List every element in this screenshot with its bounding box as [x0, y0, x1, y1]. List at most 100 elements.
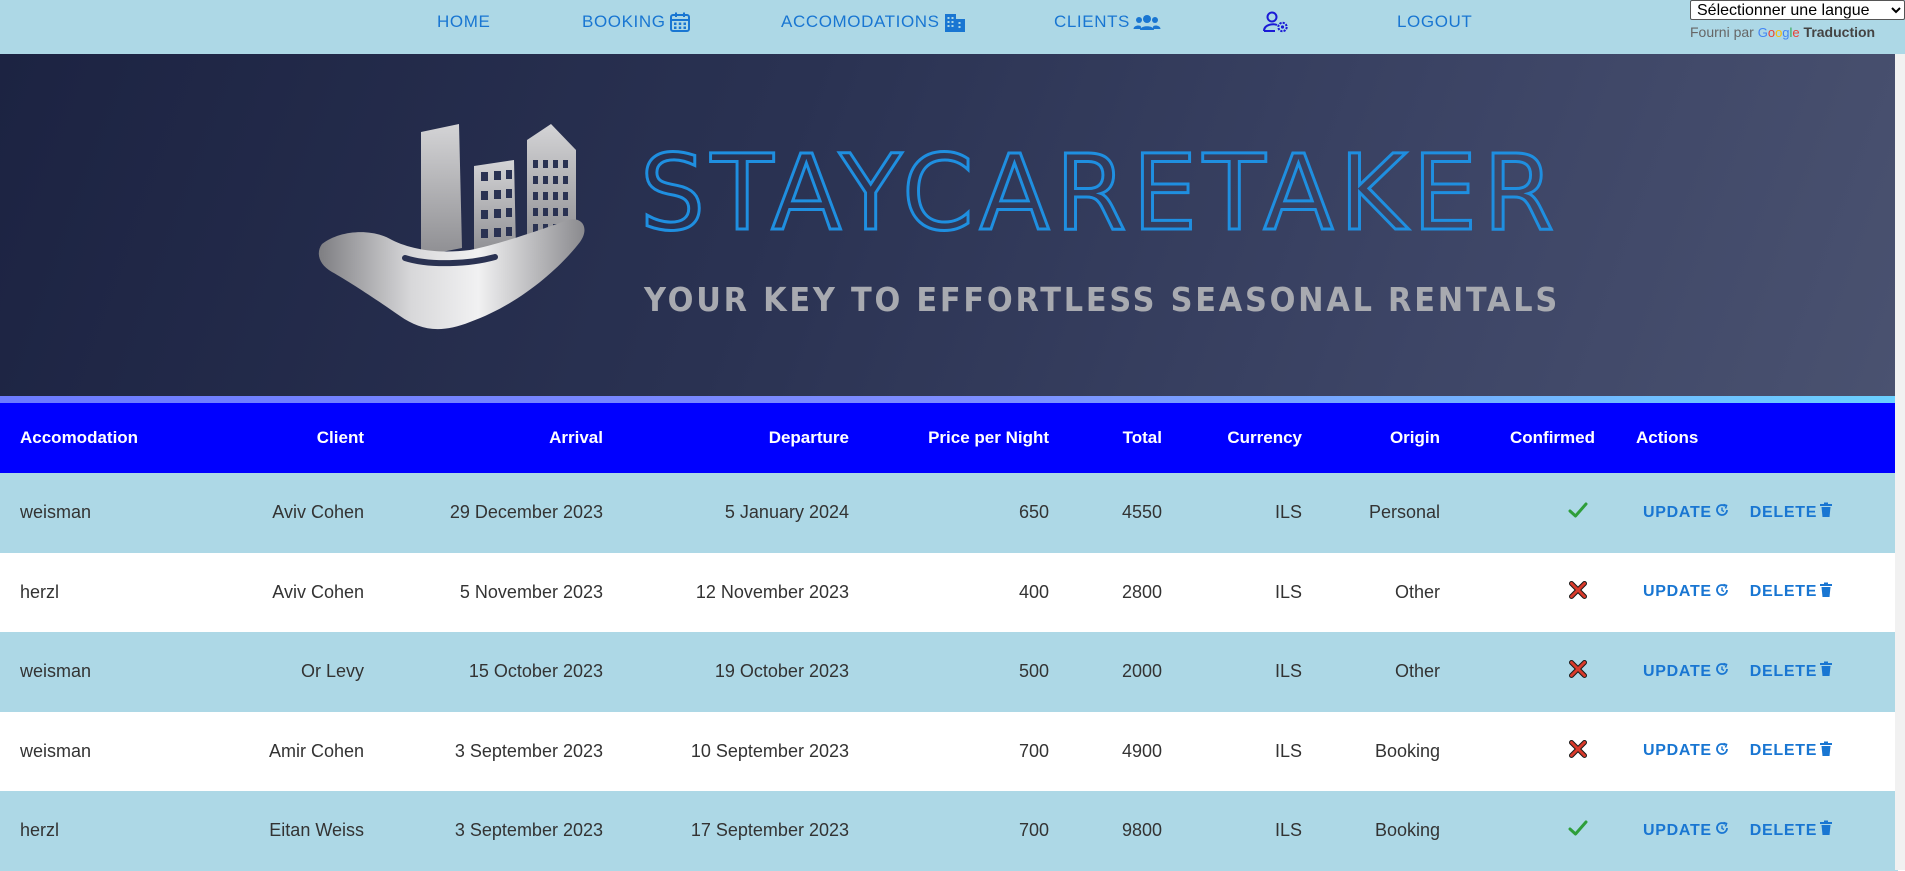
update-label: UPDATE [1643, 821, 1712, 839]
header-actions: Actions [1636, 428, 1699, 447]
update-button[interactable]: UPDATE [1643, 741, 1730, 762]
nav-booking-link[interactable]: BOOKING [582, 0, 692, 44]
cell-origin: Other [1394, 581, 1440, 602]
cell-client: Eitan Weiss [269, 820, 364, 841]
cell-confirmed [1568, 632, 1588, 712]
delete-button[interactable]: DELETE [1750, 741, 1833, 762]
cell-departure: 12 November 2023 [695, 581, 849, 602]
update-label: UPDATE [1643, 662, 1712, 680]
cell-arrival: 3 September 2023 [454, 820, 603, 841]
translate-link[interactable]: Traduction [1804, 24, 1876, 40]
header-accomodation: Accomodation [20, 428, 139, 447]
nav-accomodations-link[interactable]: ACCOMODATIONS [781, 0, 968, 44]
trash-icon [1819, 661, 1833, 682]
cell-actions: UPDATE DELETE [1643, 473, 1853, 553]
table-row: weisman Amir Cohen 3 September 2023 10 S… [0, 711, 1898, 792]
cell-price-per-night: 650 [1018, 502, 1049, 523]
cell-origin: Booking [1374, 820, 1440, 841]
update-button[interactable]: UPDATE [1643, 661, 1730, 682]
cell-accomodation: herzl [20, 820, 60, 841]
header-confirmed: Confirmed [1510, 428, 1595, 447]
trash-icon [1819, 502, 1833, 523]
refresh-icon [1714, 502, 1730, 523]
nav-clients-label: CLIENTS [1054, 12, 1130, 31]
nav-logout-link[interactable]: LOGOUT [1397, 0, 1472, 44]
header-origin: Origin [1389, 428, 1440, 447]
delete-label: DELETE [1749, 503, 1818, 521]
cell-total: 4900 [1121, 740, 1162, 761]
update-label: UPDATE [1643, 583, 1712, 601]
delete-button[interactable]: DELETE [1750, 582, 1833, 603]
header-total: Total [1122, 428, 1162, 447]
users-icon [1132, 10, 1162, 34]
nav-home-link[interactable]: HOME [437, 0, 490, 44]
cell-arrival: 15 October 2023 [468, 661, 603, 682]
update-button[interactable]: UPDATE [1643, 502, 1730, 523]
cell-actions: UPDATE DELETE [1643, 553, 1853, 633]
cell-actions: UPDATE DELETE [1643, 712, 1853, 792]
buildings-icon [942, 10, 968, 34]
delete-button[interactable]: DELETE [1750, 820, 1833, 841]
language-select[interactable]: Sélectionner une langue [1690, 0, 1905, 20]
cell-departure: 5 January 2024 [724, 502, 849, 523]
cell-origin: Personal [1368, 502, 1440, 523]
cell-arrival: 5 November 2023 [459, 581, 603, 602]
update-label: UPDATE [1643, 503, 1712, 521]
cell-currency: ILS [1274, 502, 1302, 523]
cell-price-per-night: 500 [1018, 661, 1049, 682]
cell-total: 4550 [1121, 502, 1162, 523]
header-currency: Currency [1227, 428, 1302, 447]
brand-logo: STAYCARETAKER YOUR KEY TO EFFORTLESS SEA… [318, 124, 1560, 330]
nav-accomodations-label: ACCOMODATIONS [781, 12, 940, 31]
cell-accomodation: weisman [20, 740, 92, 761]
cell-price-per-night: 400 [1018, 581, 1049, 602]
cell-currency: ILS [1274, 581, 1302, 602]
cell-departure: 19 October 2023 [714, 661, 849, 682]
cell-origin: Other [1394, 661, 1440, 682]
update-label: UPDATE [1643, 742, 1712, 760]
cell-confirmed [1568, 553, 1588, 633]
cell-currency: ILS [1274, 661, 1302, 682]
header-arrival: Arrival [549, 428, 603, 447]
powered-by-label: Fourni par [1690, 24, 1754, 40]
header-departure: Departure [768, 428, 849, 447]
cell-accomodation: herzl [20, 581, 60, 602]
table-header-row: Accomodation Client Arrival Departure Pr… [0, 403, 1898, 473]
cell-actions: UPDATE DELETE [1643, 791, 1853, 871]
nav-profile-settings-link[interactable] [1262, 0, 1290, 44]
nav-home-label: HOME [437, 12, 491, 31]
calendar-icon [668, 10, 692, 34]
cell-confirmed [1568, 473, 1588, 553]
table-row: herzl Aviv Cohen 5 November 2023 12 Nove… [0, 552, 1898, 633]
refresh-icon [1714, 741, 1730, 762]
cell-actions: UPDATE DELETE [1643, 632, 1853, 712]
table-row: weisman Or Levy 15 October 2023 19 Octob… [0, 632, 1898, 712]
hero-tagline: YOUR KEY TO EFFORTLESS SEASONAL RENTALS [643, 280, 1560, 319]
delete-label: DELETE [1749, 662, 1818, 680]
bookings-table: Accomodation Client Arrival Departure Pr… [0, 403, 1898, 871]
table-row: weisman Aviv Cohen 29 December 2023 5 Ja… [0, 473, 1898, 553]
delete-button[interactable]: DELETE [1750, 502, 1833, 523]
user-settings-icon [1262, 9, 1290, 35]
nav-logout-label: LOGOUT [1397, 12, 1473, 31]
trash-icon [1819, 582, 1833, 603]
delete-button[interactable]: DELETE [1750, 661, 1833, 682]
refresh-icon [1714, 582, 1730, 603]
cross-icon [1568, 659, 1588, 684]
cell-departure: 10 September 2023 [690, 740, 849, 761]
cell-origin: Booking [1374, 740, 1440, 761]
nav-clients-link[interactable]: CLIENTS [1054, 0, 1162, 44]
cell-total: 9800 [1121, 820, 1162, 841]
cell-price-per-night: 700 [1018, 740, 1049, 761]
hero-divider [0, 396, 1905, 403]
update-button[interactable]: UPDATE [1643, 582, 1730, 603]
brand-wordmark: STAYCARETAKER [640, 132, 1560, 254]
update-button[interactable]: UPDATE [1643, 820, 1730, 841]
cross-icon [1568, 739, 1588, 764]
cell-confirmed [1568, 712, 1588, 792]
cell-confirmed [1568, 791, 1588, 871]
google-logo: Google [1757, 25, 1800, 40]
cell-client: Aviv Cohen [272, 581, 364, 602]
page-scrollbar[interactable] [1895, 54, 1905, 870]
cell-accomodation: weisman [20, 502, 92, 523]
